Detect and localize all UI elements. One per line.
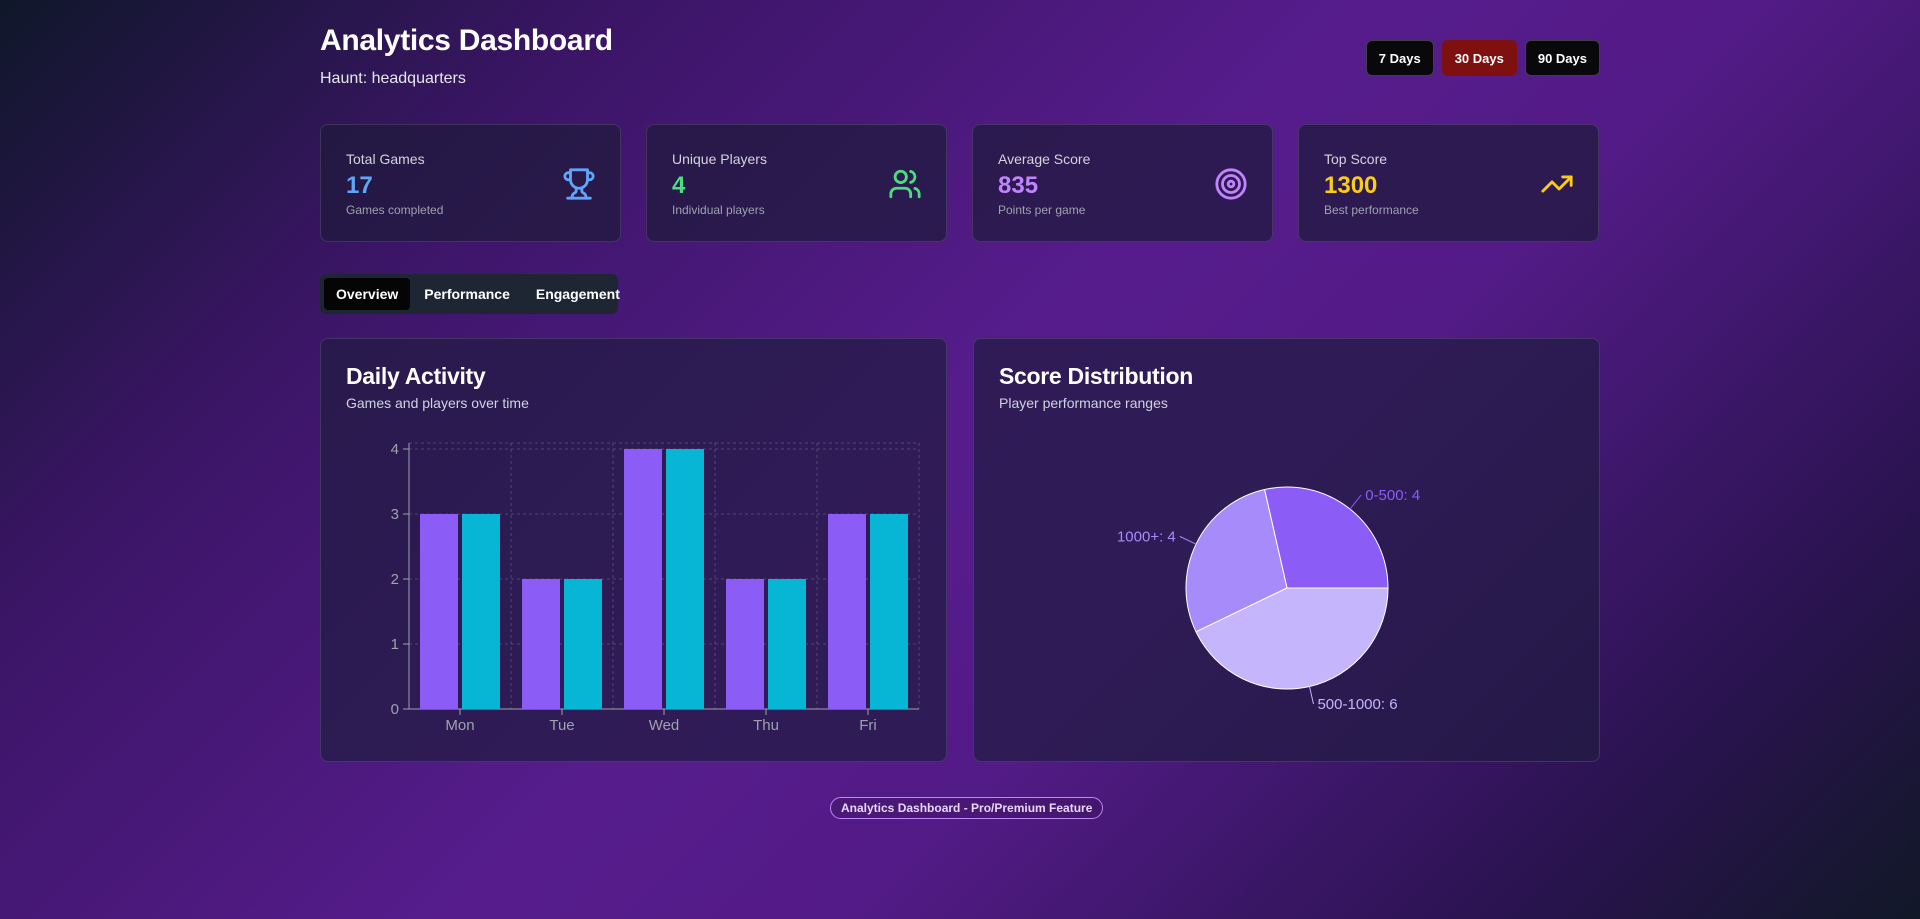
stat-value: 835: [998, 172, 1039, 199]
pie-label-line: [1308, 686, 1314, 705]
x-tick-label: Fri: [859, 717, 877, 734]
x-tick-label: Thu: [753, 717, 779, 734]
pie-label: 0-500: 4: [1365, 487, 1420, 504]
dashboard-page: Analytics Dashboard Haunt: headquarters …: [320, 0, 1600, 919]
y-tick-label: 0: [391, 701, 399, 718]
users-icon: [889, 169, 921, 199]
x-tick-label: Tue: [549, 717, 574, 734]
y-tick-label: 1: [391, 636, 399, 653]
stat-label: Top Score: [1324, 151, 1388, 167]
trophy-icon: [563, 168, 595, 200]
stat-description: Best performance: [1324, 203, 1419, 217]
bar[interactable]: [564, 579, 602, 709]
bar[interactable]: [726, 579, 764, 709]
target-icon: [1215, 168, 1247, 200]
stat-value: 1300: [1324, 172, 1378, 199]
stat-label: Unique Players: [672, 151, 767, 167]
y-tick-label: 2: [391, 571, 399, 588]
tab-performance[interactable]: Performance: [412, 278, 522, 310]
bar[interactable]: [462, 514, 500, 709]
x-tick-label: Mon: [445, 717, 474, 734]
stat-value: 17: [346, 172, 373, 199]
stat-label: Average Score: [998, 151, 1091, 167]
pie-label: 500-1000: 6: [1317, 696, 1397, 713]
tab-list: Overview Performance Engagement: [320, 274, 620, 314]
bar[interactable]: [420, 514, 458, 709]
stats-row: Total Games 17 Games completed Unique Pl…: [320, 124, 1600, 242]
stat-card-unique-players: Unique Players 4 Individual players: [646, 124, 947, 242]
stat-value: 4: [672, 172, 686, 199]
daily-activity-card: Daily Activity Games and players over ti…: [320, 338, 947, 762]
stat-card-total-games: Total Games 17 Games completed: [320, 124, 621, 242]
daily-activity-bar-chart: 0 1 2 3 4 Mon Tue Wed Thu Fri: [391, 441, 920, 734]
bar[interactable]: [870, 514, 908, 709]
y-tick-label: 4: [391, 441, 399, 458]
stat-description: Individual players: [672, 203, 765, 217]
pie-label-line: [1179, 535, 1197, 545]
tab-engagement[interactable]: Engagement: [524, 278, 632, 310]
y-tick-label: 3: [391, 506, 399, 523]
stat-description: Points per game: [998, 203, 1086, 217]
range-30-days-button[interactable]: 30 Days: [1441, 40, 1517, 76]
bar[interactable]: [522, 579, 560, 709]
range-7-days-button[interactable]: 7 Days: [1365, 40, 1434, 76]
stat-description: Games completed: [346, 203, 444, 217]
trending-up-icon: [1541, 175, 1573, 193]
pro-feature-badge: Analytics Dashboard - Pro/Premium Featur…: [830, 797, 1104, 819]
bar[interactable]: [666, 449, 704, 709]
pie-label: 1000+: 4: [1117, 528, 1176, 545]
stat-card-top-score: Top Score 1300 Best performance: [1298, 124, 1599, 242]
pie-label-line: [1349, 494, 1362, 510]
range-90-days-button[interactable]: 90 Days: [1524, 40, 1600, 76]
stat-label: Total Games: [346, 151, 425, 167]
score-distribution-pie-chart: 0-500: 4 1000+: 4 500-1000: 6: [1117, 486, 1420, 713]
x-tick-label: Wed: [649, 717, 680, 734]
bar[interactable]: [624, 449, 662, 709]
tab-overview[interactable]: Overview: [324, 278, 411, 310]
page-subtitle: Haunt: headquarters: [320, 70, 466, 87]
page-title: Analytics Dashboard: [320, 24, 613, 57]
date-range-selector: 7 Days 30 Days 90 Days: [1365, 40, 1600, 76]
bar[interactable]: [768, 579, 806, 709]
bar[interactable]: [828, 514, 866, 709]
score-distribution-card: Score Distribution Player performance ra…: [973, 338, 1600, 762]
stat-card-average-score: Average Score 835 Points per game: [972, 124, 1273, 242]
